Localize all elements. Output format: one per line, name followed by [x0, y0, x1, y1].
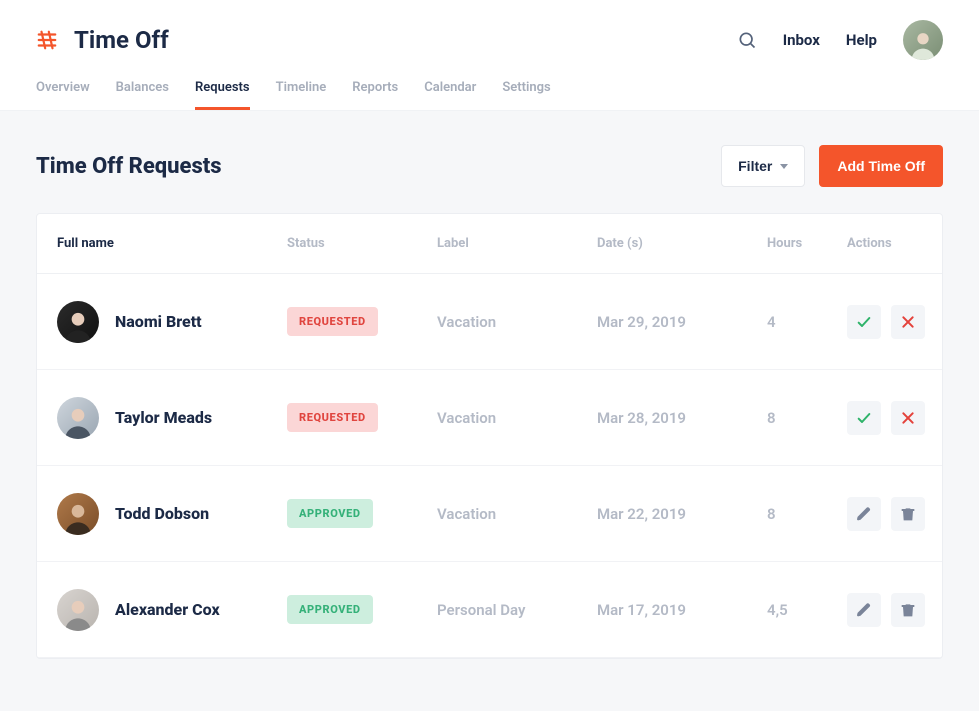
- employee-avatar: [57, 493, 99, 535]
- actions-cell: [847, 305, 943, 339]
- col-hours: Hours: [767, 236, 847, 251]
- employee-name: Naomi Brett: [115, 312, 202, 331]
- employee-name: Taylor Meads: [115, 408, 212, 427]
- app-logo-icon: [36, 29, 58, 51]
- employee-name: Alexander Cox: [115, 600, 220, 619]
- tab-balances[interactable]: Balances: [116, 80, 169, 110]
- edit-button[interactable]: [847, 497, 881, 531]
- status-badge: REQUESTED: [287, 403, 378, 432]
- approve-button[interactable]: [847, 401, 881, 435]
- label-cell: Personal Day: [437, 601, 597, 619]
- filter-button-label: Filter: [738, 158, 772, 174]
- chevron-down-icon: [780, 164, 788, 169]
- label-cell: Vacation: [437, 313, 597, 331]
- name-cell: Taylor Meads: [57, 397, 287, 439]
- table-row: Taylor Meads REQUESTED Vacation Mar 28, …: [37, 370, 942, 466]
- label-cell: Vacation: [437, 409, 597, 427]
- col-label: Label: [437, 236, 597, 251]
- status-cell: REQUESTED: [287, 307, 437, 336]
- status-badge: APPROVED: [287, 595, 373, 624]
- app-title: Time Off: [74, 26, 169, 54]
- requests-table: Full name Status Label Date (s) Hours Ac…: [36, 213, 943, 659]
- filter-button[interactable]: Filter: [721, 145, 805, 187]
- name-cell: Naomi Brett: [57, 301, 287, 343]
- hours-cell: 4: [767, 313, 847, 331]
- page-title: Time Off Requests: [36, 154, 222, 179]
- reject-button[interactable]: [891, 305, 925, 339]
- status-cell: APPROVED: [287, 595, 437, 624]
- status-badge: APPROVED: [287, 499, 373, 528]
- employee-avatar: [57, 301, 99, 343]
- delete-button[interactable]: [891, 593, 925, 627]
- help-link[interactable]: Help: [846, 31, 877, 49]
- tab-settings[interactable]: Settings: [502, 80, 550, 110]
- table-row: Naomi Brett REQUESTED Vacation Mar 29, 2…: [37, 274, 942, 370]
- header-right: Inbox Help: [737, 20, 943, 60]
- page-header: Time Off Requests Filter Add Time Off: [36, 145, 943, 187]
- tab-overview[interactable]: Overview: [36, 80, 90, 110]
- tab-timeline[interactable]: Timeline: [276, 80, 327, 110]
- date-cell: Mar 29, 2019: [597, 313, 767, 331]
- user-avatar[interactable]: [903, 20, 943, 60]
- page-body: Time Off Requests Filter Add Time Off Fu…: [0, 111, 979, 711]
- approve-button[interactable]: [847, 305, 881, 339]
- app-root: Time Off Inbox Help Overview Balances Re…: [0, 0, 979, 711]
- actions-cell: [847, 401, 943, 435]
- date-cell: Mar 22, 2019: [597, 505, 767, 523]
- actions-cell: [847, 497, 943, 531]
- reject-button[interactable]: [891, 401, 925, 435]
- delete-button[interactable]: [891, 497, 925, 531]
- actions-cell: [847, 593, 943, 627]
- tab-calendar[interactable]: Calendar: [424, 80, 476, 110]
- employee-name: Todd Dobson: [115, 504, 209, 523]
- page-actions: Filter Add Time Off: [721, 145, 943, 187]
- status-badge: REQUESTED: [287, 307, 378, 336]
- search-icon[interactable]: [737, 30, 757, 50]
- col-date: Date (s): [597, 236, 767, 251]
- name-cell: Alexander Cox: [57, 589, 287, 631]
- status-cell: APPROVED: [287, 499, 437, 528]
- date-cell: Mar 28, 2019: [597, 409, 767, 427]
- table-header: Full name Status Label Date (s) Hours Ac…: [37, 214, 942, 274]
- status-cell: REQUESTED: [287, 403, 437, 432]
- label-cell: Vacation: [437, 505, 597, 523]
- inbox-link[interactable]: Inbox: [783, 31, 820, 49]
- header-left: Time Off: [36, 26, 169, 54]
- hours-cell: 8: [767, 505, 847, 523]
- app-header: Time Off Inbox Help: [0, 0, 979, 68]
- date-cell: Mar 17, 2019: [597, 601, 767, 619]
- tabs: Overview Balances Requests Timeline Repo…: [0, 68, 979, 111]
- table-row: Todd Dobson APPROVED Vacation Mar 22, 20…: [37, 466, 942, 562]
- add-time-off-button[interactable]: Add Time Off: [819, 145, 943, 187]
- col-name: Full name: [57, 236, 287, 251]
- name-cell: Todd Dobson: [57, 493, 287, 535]
- col-status: Status: [287, 236, 437, 251]
- employee-avatar: [57, 589, 99, 631]
- tab-requests[interactable]: Requests: [195, 80, 250, 110]
- employee-avatar: [57, 397, 99, 439]
- hours-cell: 8: [767, 409, 847, 427]
- col-actions: Actions: [847, 236, 943, 251]
- table-row: Alexander Cox APPROVED Personal Day Mar …: [37, 562, 942, 658]
- edit-button[interactable]: [847, 593, 881, 627]
- hours-cell: 4,5: [767, 601, 847, 619]
- tab-reports[interactable]: Reports: [352, 80, 398, 110]
